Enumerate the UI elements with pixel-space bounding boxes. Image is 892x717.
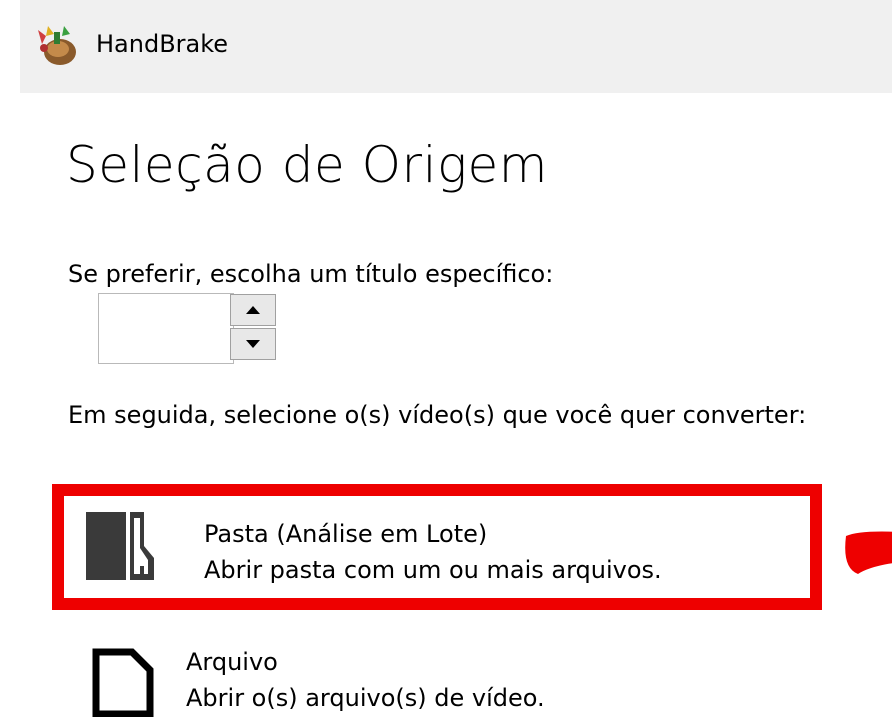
source-prompt-label: Em seguida, selecione o(s) vídeo(s) que … bbox=[68, 401, 807, 429]
open-file-option[interactable]: Arquivo Abrir o(s) arquivo(s) de vídeo. bbox=[62, 628, 802, 717]
highlight-frame bbox=[52, 484, 822, 610]
file-icon bbox=[92, 648, 154, 717]
window-title: HandBrake bbox=[96, 30, 229, 58]
title-prompt-label: Se preferir, escolha um título específic… bbox=[68, 260, 554, 288]
file-option-title: Arquivo bbox=[186, 648, 278, 676]
file-option-text: Arquivo Abrir o(s) arquivo(s) de vídeo. bbox=[186, 644, 545, 716]
red-arrow-annotation bbox=[845, 531, 892, 574]
spinner-down-button[interactable] bbox=[230, 328, 276, 360]
title-spinner[interactable] bbox=[98, 293, 278, 364]
file-option-subtitle: Abrir o(s) arquivo(s) de vídeo. bbox=[186, 684, 545, 712]
handbrake-window: HandBrake Seleção de Origem Se preferir,… bbox=[0, 0, 892, 717]
title-bar[interactable]: HandBrake bbox=[20, 0, 892, 93]
page-title: Seleção de Origem bbox=[66, 136, 548, 194]
spinner-up-button[interactable] bbox=[230, 294, 276, 326]
arrow-down-icon bbox=[246, 340, 260, 348]
arrow-up-icon bbox=[246, 306, 260, 314]
handbrake-logo-icon bbox=[34, 22, 80, 68]
title-number-input[interactable] bbox=[98, 293, 234, 364]
